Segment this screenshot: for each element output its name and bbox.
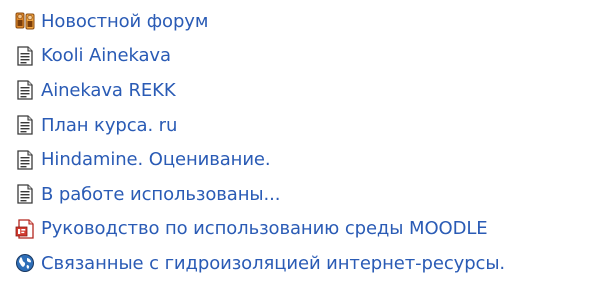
resource-link-hindamine[interactable]: Hindamine. Оценивание. [41, 149, 271, 170]
resource-item-used-in-work[interactable]: В работе использованы... [15, 177, 505, 212]
course-resource-list: Новостной форум Kooli Ainekava Ainekava … [15, 4, 505, 281]
resource-link-moodle-guide[interactable]: Руководство по использованию среды MOODL… [41, 218, 488, 239]
document-icon [15, 46, 35, 66]
document-icon [15, 150, 35, 170]
document-icon [15, 184, 35, 204]
forum-icon [15, 11, 35, 31]
resource-link-ainekava-rekk[interactable]: Ainekava REKK [41, 80, 176, 101]
resource-item-ainekava-rekk[interactable]: Ainekava REKK [15, 73, 505, 108]
resource-item-news-forum[interactable]: Новостной форум [15, 4, 505, 39]
resource-link-kooli-ainekava[interactable]: Kooli Ainekava [41, 45, 171, 66]
resource-item-moodle-guide[interactable]: Руководство по использованию среды MOODL… [15, 212, 505, 247]
document-icon [15, 80, 35, 101]
resource-link-course-plan-ru[interactable]: План курса. ru [41, 115, 177, 136]
resource-link-news-forum[interactable]: Новостной форум [41, 11, 208, 32]
resource-item-hindamine[interactable]: Hindamine. Оценивание. [15, 142, 505, 177]
resource-link-used-in-work[interactable]: В работе использованы... [41, 184, 280, 205]
pdf-document-icon [15, 219, 35, 239]
web-link-globe-icon [15, 253, 35, 273]
resource-item-course-plan-ru[interactable]: План курса. ru [15, 108, 505, 143]
document-icon [15, 115, 35, 135]
resource-link-waterproofing-resources[interactable]: Связанные с гидроизоляцией интернет-ресу… [41, 253, 505, 274]
resource-item-waterproofing-resources[interactable]: Связанные с гидроизоляцией интернет-ресу… [15, 246, 505, 281]
resource-item-kooli-ainekava[interactable]: Kooli Ainekava [15, 39, 505, 74]
